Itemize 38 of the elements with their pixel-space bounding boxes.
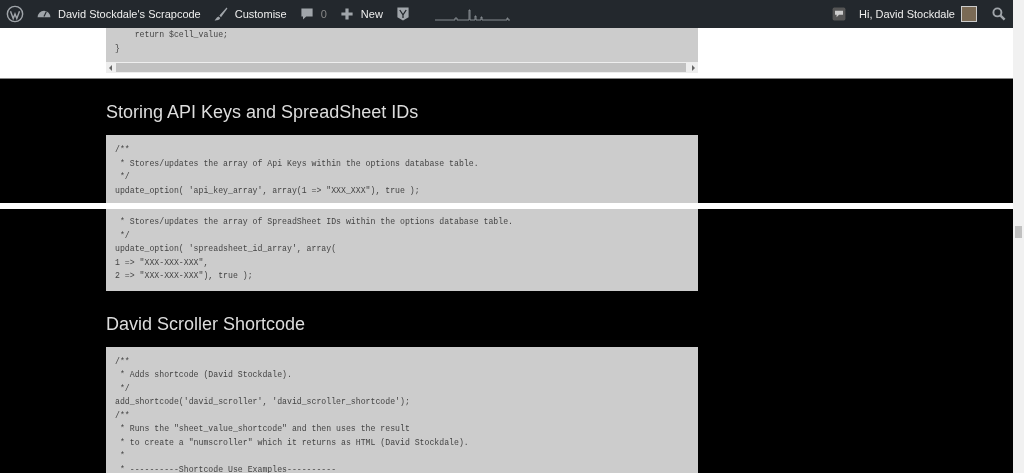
code-line: */ [118,171,131,183]
code-line: /** [115,409,131,422]
paintbrush-icon [212,6,229,22]
account-greeting-link[interactable]: Hi, David Stockdale [859,6,977,22]
new-link[interactable]: New [338,6,383,22]
code-line: update_option( 'api_key_array', array(1 => "XXX_XXX"), true ); [115,184,421,197]
search-icon[interactable] [991,6,1007,22]
code-line: /** [115,144,131,156]
plus-icon [338,6,355,22]
code-line: * Stores/updates the array of Api Keys within the options database table. [118,157,480,170]
wordpress-logo-icon[interactable] [6,5,24,23]
avatar-placeholder [961,6,977,22]
code-line: * to create a "numscroller" which it returns as HTML (David Stockdale). [118,436,470,449]
comments-link[interactable]: 0 [298,6,327,22]
code-line: * [118,450,126,462]
code-line: */ [118,229,131,242]
code-line: */ [118,382,131,395]
code-line: 2 => "XXX-XXX-XXX"), true ); [115,270,254,282]
notification-bubble-icon[interactable] [831,6,847,22]
horizontal-scrollbar[interactable] [106,62,698,73]
code-line: } [115,42,121,55]
section-heading: David Scroller Shortcode [106,312,307,336]
code-line: * Stores/updates the array of SpreadSheet IDs within the options database table. [118,216,514,228]
customise-link[interactable]: Customise [212,6,287,22]
code-line: * Runs the "sheet_value_shortcode" and then uses the result [118,423,411,435]
shield-logo-icon[interactable] [394,6,411,22]
code-line: /** [115,355,131,368]
site-name-link[interactable]: David Stockdale's Scrapcode [36,6,201,22]
code-line: add_shortcode('david_scroller', 'david_scroller_shortcode'); [115,396,411,408]
code-line: * ----------Shortcode Use Examples---------- [118,463,338,473]
section-heading: Storing API Keys and SpreadSheet IDs [106,101,420,124]
code-line: return $cell_value; [133,29,229,41]
activity-sparkline-icon[interactable] [434,7,510,21]
code-line: * Adds shortcode (David Stockdale). [118,369,293,381]
vertical-scrollbar[interactable] [1013,0,1024,473]
comment-bubble-icon [298,6,315,22]
code-line: update_option( 'spreadsheet_id_array', array( [115,243,338,255]
code-line: 1 => "XXX-XXX-XXX", [115,256,210,269]
